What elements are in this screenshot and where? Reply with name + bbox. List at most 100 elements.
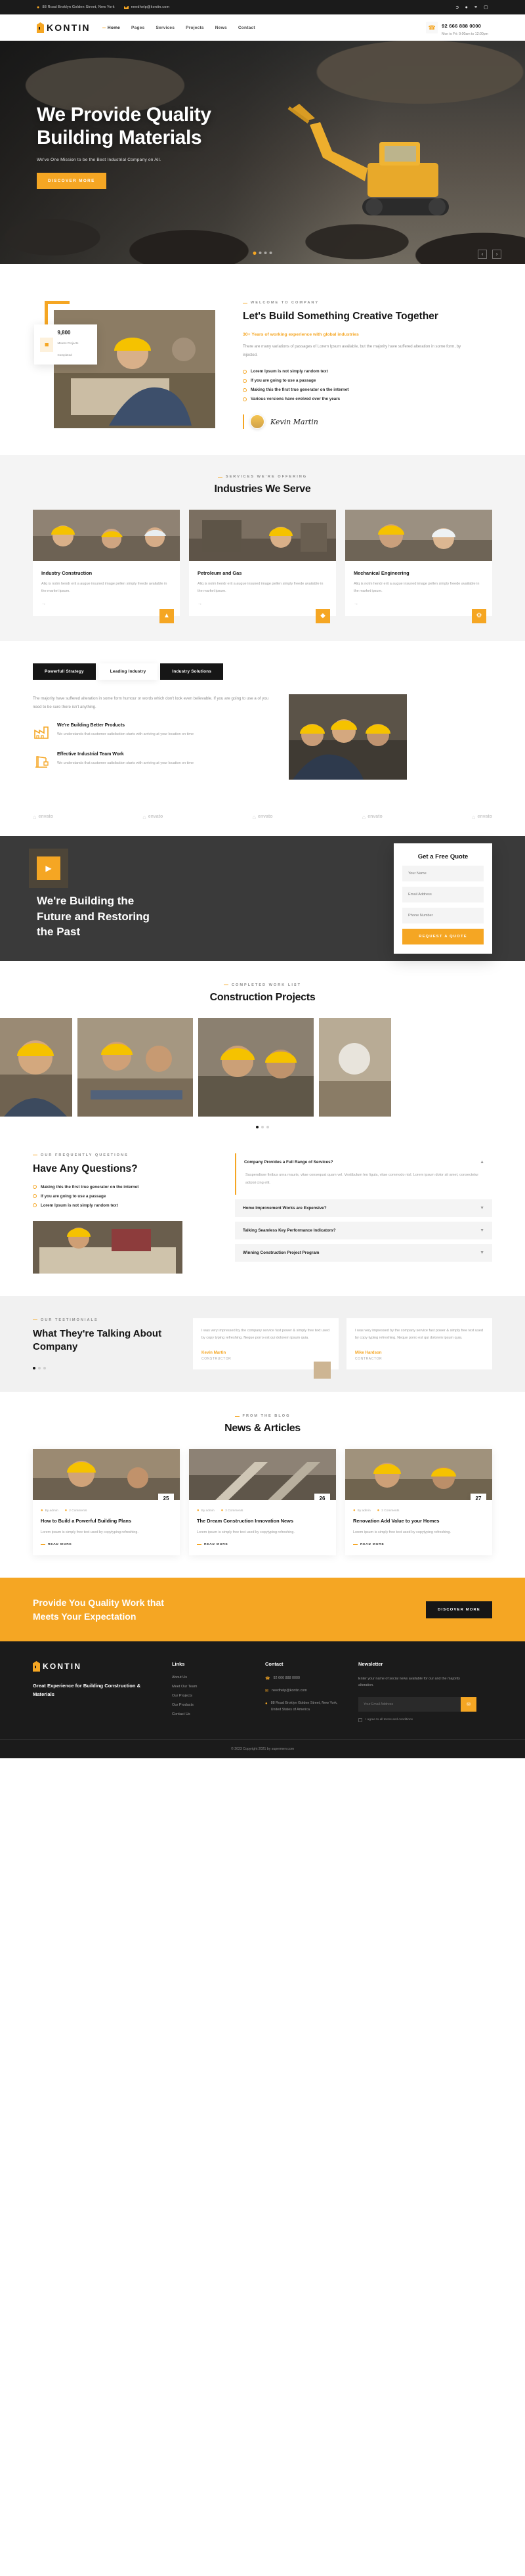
footer-link-products[interactable]: Our Products (172, 1703, 251, 1707)
projects-pagination[interactable] (0, 1125, 525, 1128)
tab-powerfull-strategy[interactable]: Powerfull Strategy (33, 663, 96, 680)
hero-next-icon[interactable]: › (492, 250, 501, 259)
topbar-email[interactable]: needhelp@kontin.com (123, 5, 170, 9)
nav-item-services[interactable]: Services (156, 26, 175, 30)
email-field[interactable] (402, 886, 484, 902)
chevron-down-icon[interactable]: ▼ (480, 1251, 484, 1255)
hero-pagination[interactable] (253, 252, 272, 255)
phone-field[interactable] (402, 907, 484, 923)
request-quote-button[interactable]: REQUEST A QUOTE (402, 928, 484, 944)
news-card[interactable]: 27 DEC ●By admin ●2 Comments Renovation … (345, 1449, 492, 1556)
about-bullet-4-text: Various versions have evolved over the y… (251, 397, 341, 402)
envato-icon: ⌂ (33, 813, 37, 820)
news-article-title[interactable]: Renovation Add Value to your Homes (353, 1517, 484, 1524)
projects-tag: COMPLETED WORK LIST (0, 983, 525, 987)
chevron-down-icon[interactable]: ▼ (480, 1206, 484, 1210)
twitter-icon[interactable]: ➲ (455, 5, 459, 10)
hero-prev-icon[interactable]: ‹ (478, 250, 487, 259)
faq-item[interactable]: Home Improvement Works are Expensive? ▼ (235, 1199, 492, 1217)
topbar-address: ● 88 Road Broklyn Golden Street, New Yor… (37, 5, 115, 10)
service-arrow-icon[interactable]: → (41, 602, 171, 606)
pinterest-icon[interactable]: ⚭ (474, 5, 478, 10)
faq-item[interactable]: Talking Seamless Key Performance Indicat… (235, 1221, 492, 1239)
about-bullet-1-text: Lorem Ipsum is not simply random text (251, 369, 328, 374)
testimonial-dot-3[interactable] (43, 1367, 46, 1370)
hero-dot-1[interactable] (253, 252, 257, 255)
footer-logo[interactable]: KONTIN (33, 1661, 158, 1672)
mail-icon (123, 5, 129, 9)
service-title: Industry Construction (41, 570, 93, 577)
hero-dot-4[interactable] (269, 252, 272, 254)
read-more-link[interactable]: READ MORE (197, 1543, 328, 1546)
faq-item[interactable]: Winning Construction Project Program ▼ (235, 1243, 492, 1262)
footer-email[interactable]: ✉ needhelp@kontin.com (265, 1688, 344, 1695)
faq-question-header[interactable]: Company Provides a Full Range of Service… (235, 1153, 492, 1171)
project-dot-1[interactable] (256, 1125, 259, 1128)
tab-leading-industry[interactable]: Leading Industry (98, 663, 158, 680)
footer-phone[interactable]: ☎ 92 666 888 0000 (265, 1676, 344, 1682)
news-article-title[interactable]: The Dream Construction Innovation News (197, 1517, 328, 1524)
news-image: 27 DEC (345, 1449, 492, 1501)
bullet-dot-icon (33, 1185, 37, 1189)
page-root: ● 88 Road Broklyn Golden Street, New Yor… (0, 0, 525, 1758)
news-article-title[interactable]: How to Build a Powerful Building Plans (41, 1517, 172, 1524)
project-card[interactable] (0, 1017, 72, 1117)
facebook-icon[interactable]: ● (465, 5, 468, 10)
chevron-down-icon[interactable]: ▼ (480, 1228, 484, 1233)
project-card[interactable] (77, 1017, 193, 1117)
header-phone[interactable]: ☎ 92 666 888 0000 Mon to Fri: 9:00am to … (426, 19, 488, 36)
faq-question-header[interactable]: Talking Seamless Key Performance Indicat… (235, 1221, 492, 1239)
faq-answer-body: Suspendisse finibus urna mauris, vitae c… (235, 1170, 492, 1195)
news-card[interactable]: 25 DEC ●By admin ●2 Comments How to Buil… (33, 1449, 180, 1556)
news-date-day: 25 (163, 1496, 169, 1501)
play-icon[interactable]: ▶ (37, 856, 60, 881)
cta-title-line1: We're Building the (37, 895, 135, 908)
newsletter-email-input[interactable] (358, 1697, 461, 1712)
project-card[interactable] (198, 1017, 314, 1117)
nav-item-projects[interactable]: Projects (186, 26, 204, 30)
nav-item-news[interactable]: News (215, 26, 227, 30)
hero-dot-2[interactable] (259, 252, 262, 254)
checkbox-icon[interactable] (358, 1718, 362, 1722)
service-card[interactable]: ▲ Industry Construction Aliq is notm hen… (33, 510, 180, 623)
nav-item-pages[interactable]: Pages (131, 26, 144, 30)
news-card[interactable]: 26 DEC ●By admin ●2 Comments The Dream C… (189, 1449, 336, 1556)
project-card[interactable] (319, 1017, 391, 1117)
project-dot-3[interactable] (266, 1125, 269, 1128)
project-dot-2[interactable] (261, 1125, 264, 1128)
service-text: Aliq is notm hendr erit a augue insuned … (354, 582, 480, 594)
projects-section: COMPLETED WORK LIST Construction Project… (0, 961, 525, 1134)
faq-question-header[interactable]: Home Improvement Works are Expensive? ▼ (235, 1199, 492, 1217)
service-text: Aliq is notm hendr erit a augue insuned … (198, 582, 324, 594)
faq-item[interactable]: Company Provides a Full Range of Service… (235, 1153, 492, 1195)
discover-more-button[interactable]: DISCOVER MORE (426, 1601, 492, 1618)
read-more-link[interactable]: READ MORE (353, 1543, 484, 1546)
newsletter-submit-button[interactable]: ✉ (461, 1697, 476, 1712)
service-card[interactable]: ⚙ Mechanical Engineering Aliq is notm he… (345, 510, 492, 623)
footer-link-team[interactable]: Meet Our Team (172, 1685, 251, 1689)
faq-question-header[interactable]: Winning Construction Project Program ▼ (235, 1243, 492, 1262)
nav-item-contact[interactable]: Contact (238, 26, 255, 30)
hero-dot-3[interactable] (264, 252, 267, 254)
service-arrow-icon[interactable]: → (354, 602, 484, 606)
hero-subtitle: We've One Mission to be the Best Industr… (37, 157, 161, 162)
service-card[interactable]: ◆ Petroleum and Gas Aliq is notm hendr e… (189, 510, 336, 623)
footer-link-projects[interactable]: Our Projects (172, 1694, 251, 1698)
testimonial-dot-1[interactable] (33, 1367, 35, 1370)
logo[interactable]: KONTIN (37, 22, 91, 33)
faq-bullet-3: Lorem Ipsum is not simply random text (33, 1203, 220, 1208)
tab-industry-solutions[interactable]: Industry Solutions (160, 663, 224, 680)
testimonials-pagination[interactable] (33, 1367, 180, 1370)
footer-link-about[interactable]: About Us (172, 1676, 251, 1679)
testimonial-dot-2[interactable] (38, 1367, 41, 1370)
footer-link-contact[interactable]: Contact Us (172, 1712, 251, 1716)
nav-item-home[interactable]: Home (102, 26, 120, 30)
read-more-link[interactable]: READ MORE (41, 1543, 172, 1546)
hero-cta-button[interactable]: DISCOVER MORE (37, 172, 106, 189)
name-field[interactable] (402, 865, 484, 881)
chevron-up-icon[interactable]: ▲ (480, 1160, 484, 1165)
service-arrow-icon[interactable]: → (198, 602, 327, 606)
instagram-icon[interactable]: ▢ (484, 5, 488, 10)
newsletter-consent[interactable]: I agree to all terms and conditions (358, 1718, 476, 1722)
helmet-icon: ▲ (159, 608, 174, 623)
